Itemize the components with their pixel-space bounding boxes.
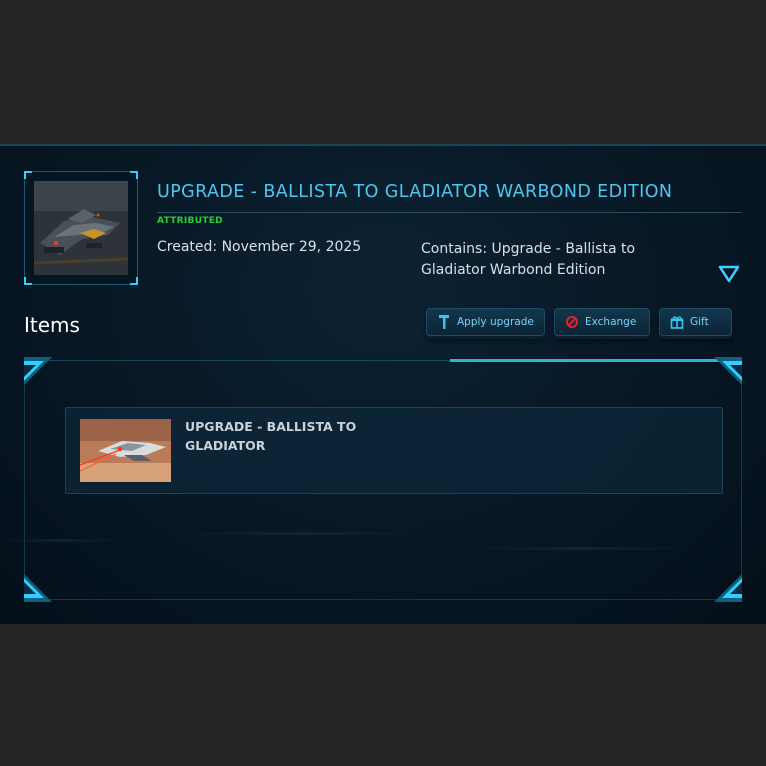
corner-ornament xyxy=(24,357,52,385)
gift-icon xyxy=(670,316,684,329)
item-thumbnail-image xyxy=(80,419,171,482)
pledge-thumbnail-image xyxy=(34,181,128,275)
pledge-thumbnail-frame[interactable] xyxy=(24,171,138,285)
created-date: Created: November 29, 2025 xyxy=(157,239,362,255)
prohibited-icon xyxy=(566,316,578,328)
contains-text: Contains: Upgrade - Ballista to Gladiato… xyxy=(421,241,636,278)
corner-ornament xyxy=(714,574,742,602)
hammer-icon xyxy=(439,315,449,329)
gift-label: Gift xyxy=(690,316,709,328)
exchange-label: Exchange xyxy=(585,316,637,328)
item-name: UPGRADE - BALLISTA TO GLADIATOR xyxy=(185,419,357,453)
corner-ornament xyxy=(24,574,52,602)
exchange-button[interactable]: Exchange xyxy=(554,308,650,336)
apply-upgrade-label: Apply upgrade xyxy=(457,316,534,328)
items-heading: Items xyxy=(24,313,80,337)
apply-upgrade-button[interactable]: Apply upgrade xyxy=(426,308,545,336)
chevron-down-icon[interactable] xyxy=(718,265,740,283)
status-badge: ATTRIBUTED xyxy=(157,216,223,226)
title-divider xyxy=(157,212,742,213)
pledge-title: UPGRADE - BALLISTA TO GLADIATOR WARBOND … xyxy=(157,182,673,202)
corner-ornament xyxy=(714,357,742,385)
gift-button[interactable]: Gift xyxy=(659,308,732,336)
